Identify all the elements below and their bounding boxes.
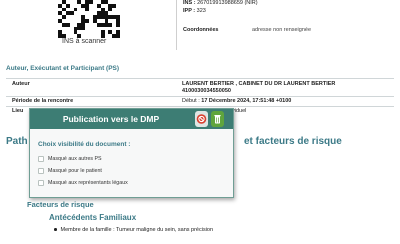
vertical-divider — [176, 0, 177, 50]
confirm-icon — [214, 115, 221, 124]
option-label: Masqué aux représentants légaux — [48, 180, 128, 186]
lieu-value: viduel — [232, 108, 247, 114]
choix-visibilite-label: Choix visibilité du document : — [38, 141, 131, 148]
coordonnees-label: Coordonnées — [183, 27, 219, 33]
option-label: Masqué pour le patient — [48, 168, 102, 174]
periode-value: Début : 17 Décembre 2024, 17:51:48 +0100 — [182, 98, 291, 104]
option-masque-autres-ps[interactable]: Masqué aux autres PS — [38, 155, 102, 163]
checkbox[interactable] — [38, 156, 44, 162]
pathologie-heading-right: et facteurs de risque — [244, 136, 342, 147]
auteur-value-line1: LAURENT BERTIER , CABINET DU DR LAURENT … — [182, 81, 336, 87]
pathologie-heading-left: Path — [6, 136, 28, 147]
lieu-label: Lieu — [12, 108, 24, 114]
option-masque-representants[interactable]: Masqué aux représentants légaux — [38, 179, 128, 187]
auteur-value-line2: 410003003455005​0 — [182, 88, 231, 94]
cancel-icon — [196, 114, 207, 124]
ins-label: INS : — [183, 0, 196, 6]
divider — [6, 96, 394, 97]
ins-qr-code — [58, 0, 120, 38]
list-item: Membre de la famille : Tumeur maligne du… — [54, 227, 213, 233]
periode-prefix: Début : — [182, 98, 200, 104]
member-text: Membre de la famille : Tumeur maligne du… — [60, 227, 214, 233]
ins-value: 267019913988659 (NIR) — [197, 0, 258, 6]
option-label: Masqué aux autres PS — [48, 156, 102, 162]
auteur-label: Auteur — [12, 81, 30, 87]
bullet-icon — [54, 228, 57, 231]
ins-line: INS : 267019913988659 (NIR) — [183, 0, 258, 7]
facteurs-title: Facteurs de risque — [27, 200, 94, 209]
ipp-value: 323 — [196, 8, 206, 14]
checkbox[interactable] — [38, 168, 44, 174]
confirm-button[interactable] — [211, 111, 224, 127]
patient-header: INS à scanner INS : 267019913988659 (NIR… — [0, 0, 400, 57]
coordonnees-value: adresse non renseignée — [252, 27, 312, 33]
checkbox[interactable] — [38, 180, 44, 186]
ipp-label: IPP : — [183, 8, 196, 14]
option-masque-patient[interactable]: Masqué pour le patient — [38, 167, 102, 175]
auteur-section-title: Auteur, Exécutant et Participant (PS) — [6, 65, 120, 72]
periode-date: 17 Décembre 2024, 17:51:48 +0100 — [201, 98, 292, 104]
divider — [6, 78, 394, 79]
publication-dmp-dialog: Publication vers le DMP Choix visibilité… — [29, 108, 234, 198]
cancel-button[interactable] — [195, 111, 208, 127]
dialog-title: Publication vers le DMP — [62, 114, 160, 124]
periode-label: Période de la rencontre — [12, 98, 74, 104]
qr-code-icon — [58, 0, 120, 38]
dialog-header: Publication vers le DMP — [30, 109, 233, 129]
ins-caption: INS à scanner — [62, 38, 107, 45]
antecedents-title: Antécédents Familiaux — [49, 213, 137, 222]
ipp-line: IPP : 323 — [183, 8, 206, 15]
divider — [6, 106, 394, 107]
